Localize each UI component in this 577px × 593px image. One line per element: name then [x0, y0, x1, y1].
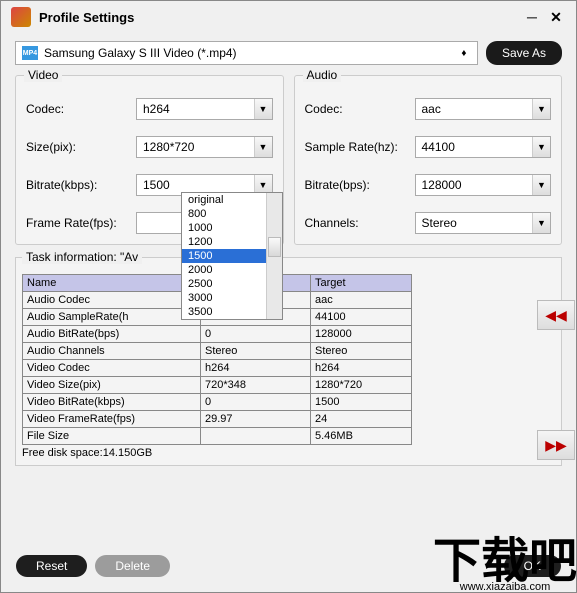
table-row: Video BitRate(kbps)01500 [23, 394, 412, 411]
free-disk-space: Free disk space:14.150GB [22, 447, 555, 459]
save-as-button[interactable]: Save As [486, 41, 562, 65]
table-row: Video FrameRate(fps)29.9724 [23, 411, 412, 428]
delete-button[interactable]: Delete [95, 555, 170, 577]
close-button[interactable]: ✕ [546, 7, 566, 27]
profile-settings-window: Profile Settings ─ ✕ MP4 Samsung Galaxy … [0, 0, 577, 593]
next-button[interactable]: ▶▶ [537, 430, 575, 460]
app-icon [11, 7, 31, 27]
chevron-down-icon: ▼ [254, 137, 272, 157]
col-name: Name [23, 275, 201, 292]
window-title: Profile Settings [39, 10, 518, 25]
mp4-icon: MP4 [22, 46, 38, 60]
side-nav-buttons: ◀◀ ▶▶ [535, 300, 577, 460]
chevron-down-icon: ▼ [532, 137, 550, 157]
chevron-down-icon: ▼ [254, 99, 272, 119]
chevron-down-icon: ▼ [532, 99, 550, 119]
table-row: Audio BitRate(bps)0128000 [23, 326, 412, 343]
rewind-icon: ◀◀ [545, 307, 567, 324]
video-framerate-label: Frame Rate(fps): [26, 216, 136, 230]
profile-select[interactable]: MP4 Samsung Galaxy S III Video (*.mp4) ♦ [15, 41, 478, 65]
bitrate-dropdown-popup[interactable]: original8001000120015002000250030003500 [181, 192, 283, 320]
table-row: File Size5.46MB [23, 428, 412, 445]
audio-channels-select[interactable]: Stereo▼ [415, 212, 552, 234]
ok-button[interactable]: OK [504, 555, 561, 577]
dropdown-scrollbar[interactable] [266, 193, 282, 319]
chevron-down-icon: ▼ [532, 213, 550, 233]
scrollbar-thumb[interactable] [268, 237, 281, 257]
video-legend: Video [24, 68, 62, 82]
prev-button[interactable]: ◀◀ [537, 300, 575, 330]
table-row: Video Codech264h264 [23, 360, 412, 377]
task-legend: Task information: "Av [22, 250, 142, 264]
fastforward-icon: ▶▶ [545, 437, 567, 454]
window-body: MP4 Samsung Galaxy S III Video (*.mp4) ♦… [1, 33, 576, 474]
minimize-button[interactable]: ─ [522, 7, 542, 27]
video-codec-label: Codec: [26, 102, 136, 116]
audio-bitrate-label: Bitrate(bps): [305, 178, 415, 192]
profile-select-text: Samsung Galaxy S III Video (*.mp4) [44, 46, 457, 60]
video-codec-select[interactable]: h264▼ [136, 98, 273, 120]
table-row: Audio ChannelsStereoStereo [23, 343, 412, 360]
col-target: Target [311, 275, 412, 292]
audio-channels-label: Channels: [305, 216, 415, 230]
settings-columns: Video Codec: h264▼ Size(pix): 1280*720▼ … [15, 75, 562, 245]
bottom-bar: Reset Delete OK [16, 555, 561, 577]
audio-codec-label: Codec: [305, 102, 415, 116]
reset-button[interactable]: Reset [16, 555, 87, 577]
profile-row: MP4 Samsung Galaxy S III Video (*.mp4) ♦… [15, 41, 562, 65]
audio-panel: Audio Codec: aac▼ Sample Rate(hz): 44100… [294, 75, 563, 245]
task-info-panel: Task information: "Av Name Target Audio … [15, 257, 562, 466]
chevron-updown-icon: ♦ [457, 48, 471, 59]
titlebar: Profile Settings ─ ✕ [1, 1, 576, 33]
audio-legend: Audio [303, 68, 342, 82]
table-row: Video Size(pix)720*3481280*720 [23, 377, 412, 394]
video-size-select[interactable]: 1280*720▼ [136, 136, 273, 158]
audio-codec-select[interactable]: aac▼ [415, 98, 552, 120]
chevron-down-icon: ▼ [532, 175, 550, 195]
video-bitrate-label: Bitrate(kbps): [26, 178, 136, 192]
audio-bitrate-select[interactable]: 128000▼ [415, 174, 552, 196]
audio-samplerate-select[interactable]: 44100▼ [415, 136, 552, 158]
audio-samplerate-label: Sample Rate(hz): [305, 140, 415, 154]
video-size-label: Size(pix): [26, 140, 136, 154]
